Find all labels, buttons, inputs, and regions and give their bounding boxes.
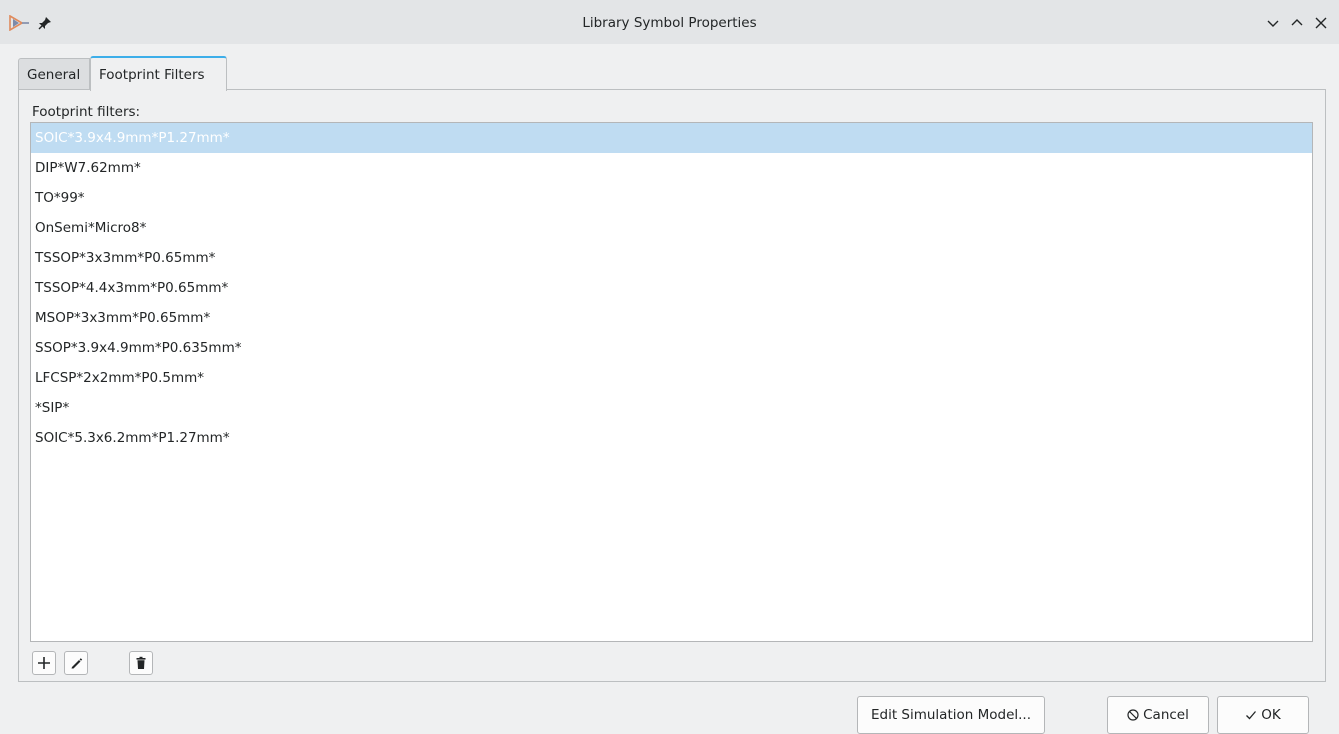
edit-icon [71,658,83,669]
add-icon [38,657,50,669]
list-item[interactable]: OnSemi*Micro8* [31,213,1312,243]
edit-simulation-model-button[interactable]: Edit Simulation Model... [857,696,1045,734]
edit-simulation-model-label: Edit Simulation Model... [870,707,1032,723]
checkmark-icon [1246,711,1257,720]
list-item[interactable]: SOIC*3.9x4.9mm*P1.27mm* [31,123,1312,153]
list-item[interactable]: DIP*W7.62mm* [31,153,1312,183]
footprint-filters-list[interactable]: SOIC*3.9x4.9mm*P1.27mm* DIP*W7.62mm* TO*… [30,122,1313,642]
close-icon[interactable] [1314,16,1328,30]
tab-footprint-filters[interactable]: Footprint Filters [90,56,227,91]
ok-label: OK [1261,707,1281,723]
cancel-icon [1127,709,1139,721]
maximize-icon[interactable] [1290,16,1304,30]
cancel-button[interactable]: Cancel [1107,696,1209,734]
window-title: Library Symbol Properties [582,15,757,31]
delete-icon [136,656,146,669]
list-item[interactable]: *SIP* [31,393,1312,423]
cancel-label: Cancel [1143,707,1189,723]
minimize-icon[interactable] [1266,16,1280,30]
list-item[interactable]: SOIC*5.3x6.2mm*P1.27mm* [31,423,1312,453]
list-item[interactable]: SSOP*3.9x4.9mm*P0.635mm* [31,333,1312,363]
list-item[interactable]: MSOP*3x3mm*P0.65mm* [31,303,1312,333]
list-item[interactable]: TSSOP*4.4x3mm*P0.65mm* [31,273,1312,303]
list-item[interactable]: TO*99* [31,183,1312,213]
list-item[interactable]: TSSOP*3x3mm*P0.65mm* [31,243,1312,273]
ok-button[interactable]: OK [1217,696,1309,734]
delete-filter-button[interactable] [129,651,153,675]
title-bar: Library Symbol Properties [0,0,1339,44]
tab-general[interactable]: General [18,58,90,90]
list-item[interactable]: LFCSP*2x2mm*P0.5mm* [31,363,1312,393]
edit-filter-button[interactable] [64,651,88,675]
add-filter-button[interactable] [32,651,56,675]
footprint-filters-label: Footprint filters: [32,104,141,120]
